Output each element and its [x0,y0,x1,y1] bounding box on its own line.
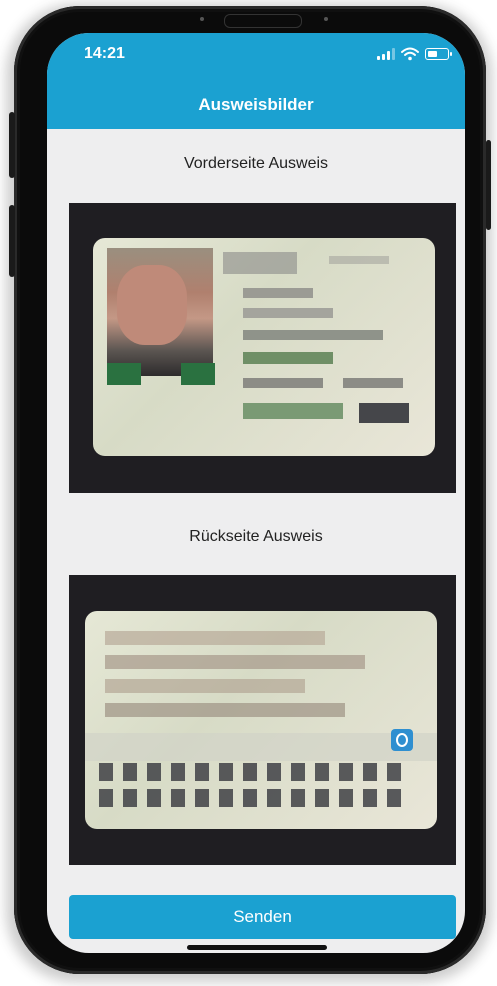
sensor-dot [324,17,328,21]
status-time: 14:21 [84,45,125,62]
back-id-image[interactable] [69,575,456,865]
power-button [486,140,491,230]
hologram-icon [391,729,413,751]
app-screen: 14:21 Ausweisbilder Vorderseite Ausweis [47,33,465,953]
volume-up-button [9,112,15,178]
battery-icon [425,48,452,60]
signal-icon [377,48,395,60]
status-icons [377,45,452,63]
front-id-image[interactable] [69,203,456,493]
wifi-icon [401,47,419,61]
back-section-title: Rückseite Ausweis [189,528,323,545]
app-header: 14:21 Ausweisbilder [47,33,465,129]
page-title: Ausweisbilder [198,95,314,114]
mrz-line-1 [99,763,401,781]
send-button[interactable]: Senden [69,895,456,939]
mrz-line-2 [99,789,401,807]
front-section-title: Vorderseite Ausweis [183,155,329,172]
volume-down-button [9,205,15,277]
camera-dot [200,17,204,21]
home-indicator [187,945,327,950]
speaker [224,14,302,28]
portrait-face [117,265,187,345]
